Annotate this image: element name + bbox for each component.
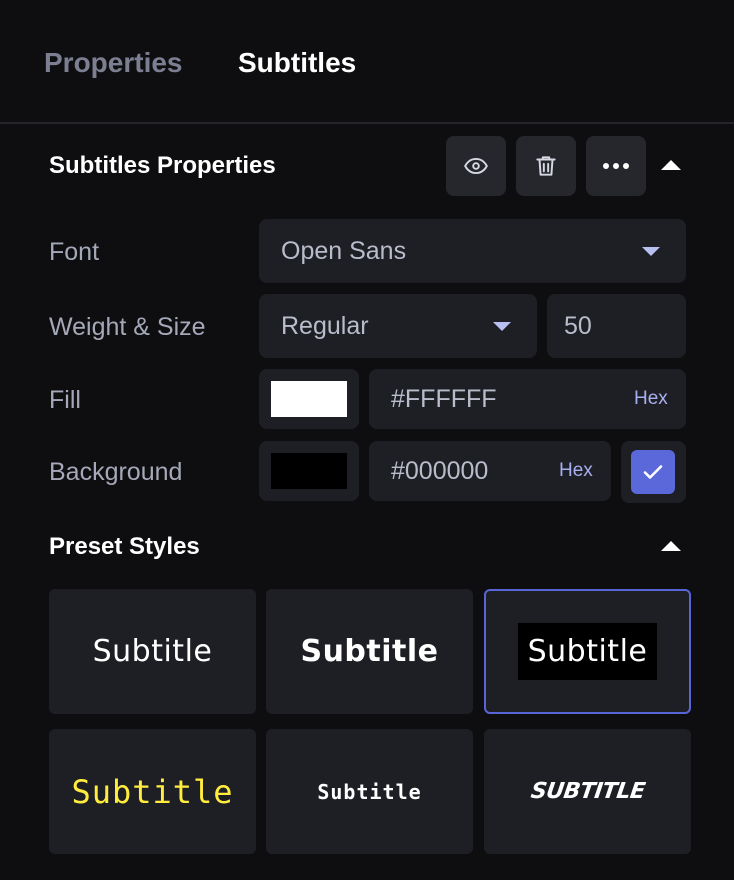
background-swatch <box>271 453 347 489</box>
fill-swatch <box>271 381 347 417</box>
eye-icon <box>464 157 488 175</box>
visibility-button[interactable] <box>446 136 506 196</box>
preset-style-6[interactable]: SUBTITLE <box>484 729 691 854</box>
fill-color-swatch[interactable] <box>259 369 359 429</box>
trash-icon <box>536 156 556 176</box>
preset-text: Subtitle <box>92 634 213 669</box>
fill-label: Fill <box>49 386 81 414</box>
preset-styles-title: Preset Styles <box>49 533 200 560</box>
collapse-caret-icon[interactable] <box>661 541 681 551</box>
more-options-button[interactable] <box>586 136 646 196</box>
weight-size-label: Weight & Size <box>49 313 206 341</box>
font-select[interactable]: Open Sans <box>259 219 686 283</box>
collapse-caret-icon[interactable] <box>661 160 681 170</box>
preset-style-1[interactable]: Subtitle <box>49 589 256 714</box>
background-hex-input[interactable]: #000000 Hex <box>369 441 611 501</box>
weight-select[interactable]: Regular <box>259 294 537 358</box>
font-value: Open Sans <box>281 237 407 265</box>
preset-style-3[interactable]: Subtitle <box>484 589 691 714</box>
more-icon <box>603 163 629 169</box>
preset-style-4[interactable]: Subtitle <box>49 729 256 854</box>
background-label: Background <box>49 458 183 486</box>
fill-hex-label: Hex <box>634 388 668 409</box>
tab-subtitles[interactable]: Subtitles <box>238 46 356 80</box>
size-value: 50 <box>564 312 592 340</box>
preset-style-2[interactable]: Subtitle <box>266 589 473 714</box>
delete-button[interactable] <box>516 136 576 196</box>
chevron-down-icon <box>493 322 511 331</box>
subtitles-properties-title: Subtitles Properties <box>49 152 276 179</box>
fill-hex-input[interactable]: #FFFFFF Hex <box>369 369 686 429</box>
fill-hex-value: #FFFFFF <box>391 385 497 413</box>
preset-text: SUBTITLE <box>528 779 647 804</box>
chevron-down-icon <box>642 247 660 256</box>
preset-text: Subtitle <box>300 634 439 669</box>
tab-bar: Properties Subtitles <box>0 0 734 124</box>
tab-properties[interactable]: Properties <box>44 46 183 80</box>
preset-style-5[interactable]: Subtitle <box>266 729 473 854</box>
background-hex-label: Hex <box>559 460 593 481</box>
check-icon <box>643 465 663 479</box>
font-label: Font <box>49 238 100 266</box>
background-hex-value: #000000 <box>391 457 489 485</box>
preset-text: Subtitle <box>317 779 422 804</box>
preset-text: Subtitle <box>517 623 658 680</box>
size-input[interactable]: 50 <box>547 294 686 358</box>
weight-value: Regular <box>281 312 369 340</box>
preset-text: Subtitle <box>71 772 234 811</box>
background-enabled-checkbox[interactable] <box>631 450 675 494</box>
background-color-swatch[interactable] <box>259 441 359 501</box>
